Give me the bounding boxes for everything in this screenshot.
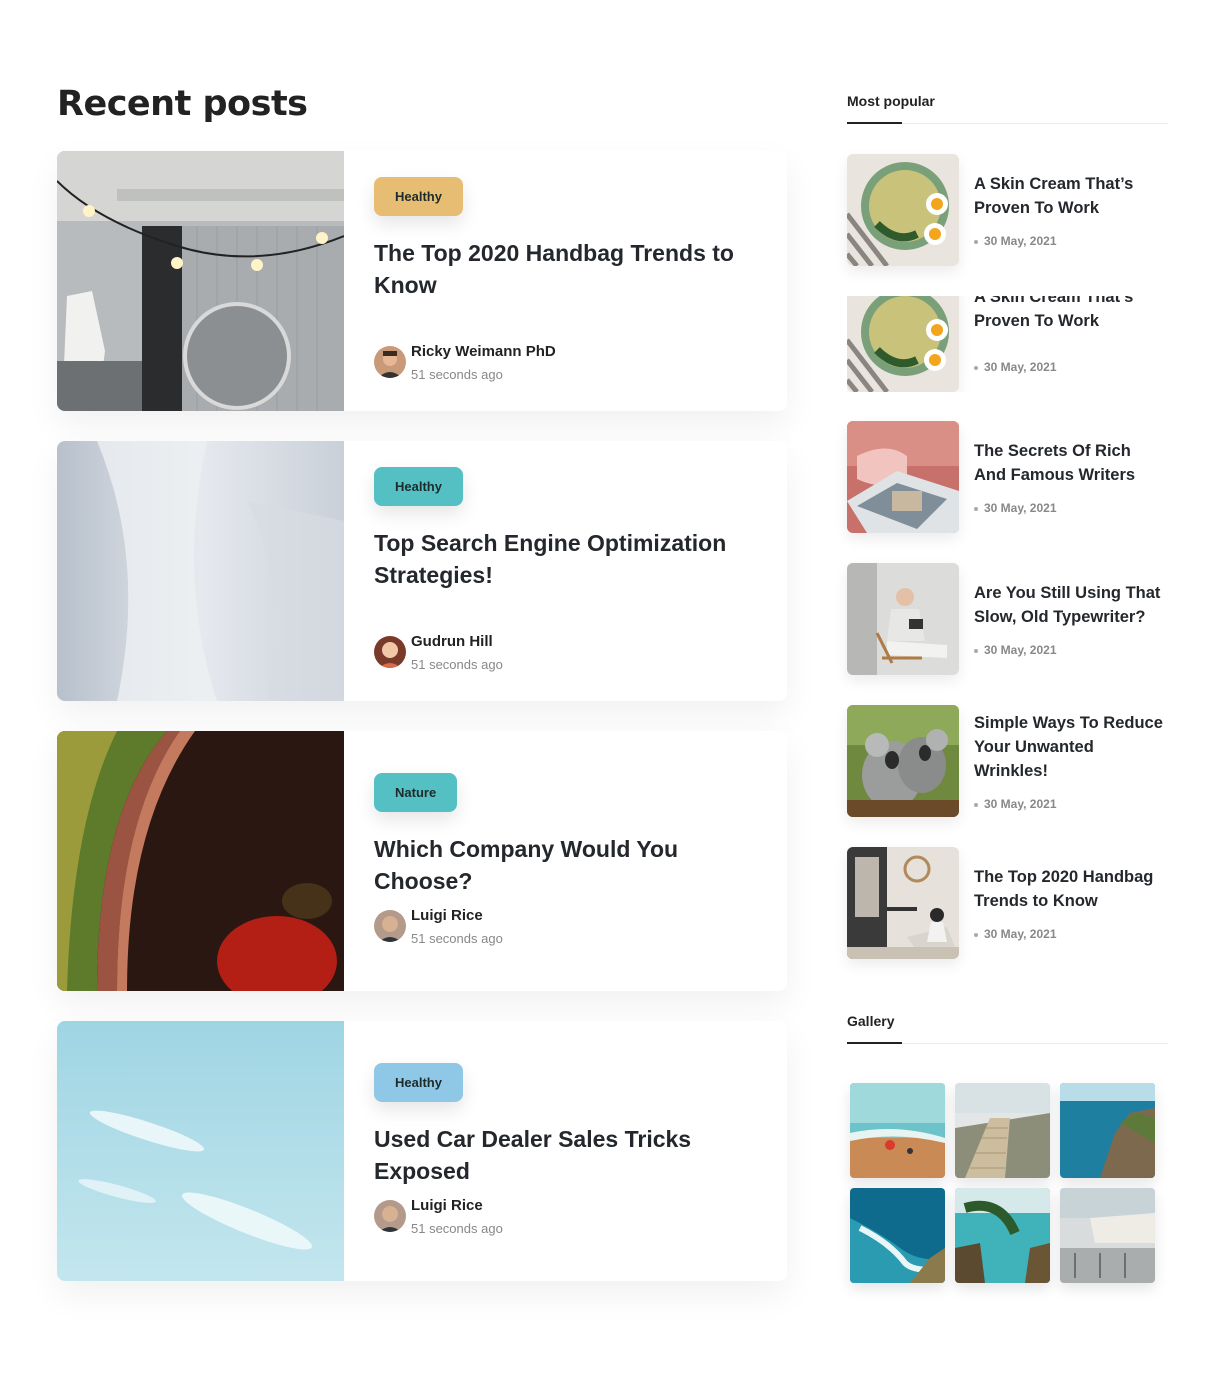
post-image-interior[interactable] bbox=[57, 151, 344, 411]
avatar[interactable] bbox=[374, 346, 406, 378]
popular-post-image[interactable] bbox=[847, 296, 959, 392]
most-popular-header: Most popular bbox=[847, 88, 1168, 124]
avatar[interactable] bbox=[374, 1200, 406, 1232]
widget-title: Most popular bbox=[847, 93, 935, 109]
title-underline bbox=[847, 1042, 902, 1044]
avatar[interactable] bbox=[374, 910, 406, 942]
gallery-image-waves[interactable] bbox=[850, 1188, 945, 1283]
popular-post-date: 30 May, 2021 bbox=[974, 797, 1057, 811]
gallery-image-boardwalk[interactable] bbox=[955, 1083, 1050, 1178]
category-tag[interactable]: Nature bbox=[374, 773, 458, 812]
popular-post[interactable]: The Secrets Of Rich And Famous Writers 3… bbox=[847, 421, 1168, 533]
gallery-image-cove[interactable] bbox=[955, 1188, 1050, 1283]
gallery-image-beach[interactable] bbox=[850, 1083, 945, 1178]
popular-post-date: 30 May, 2021 bbox=[974, 643, 1057, 657]
post-body: Healthy Used Car Dealer Sales Tricks Exp… bbox=[374, 1021, 767, 1281]
post-body: Healthy Top Search Engine Optimization S… bbox=[374, 441, 767, 701]
category-tag[interactable]: Healthy bbox=[374, 177, 463, 216]
post-card[interactable]: Healthy Used Car Dealer Sales Tricks Exp… bbox=[57, 1021, 787, 1281]
bullet-icon bbox=[974, 506, 978, 511]
author-name[interactable]: Luigi Rice bbox=[411, 907, 483, 924]
post-title[interactable]: Top Search Engine Optimization Strategie… bbox=[374, 527, 774, 591]
popular-post[interactable]: A Skin Cream That’s Proven To Work 30 Ma… bbox=[847, 296, 1168, 392]
author-name[interactable]: Ricky Weimann PhD bbox=[411, 343, 556, 360]
post-image-sky[interactable] bbox=[57, 1021, 344, 1281]
popular-post-date: 30 May, 2021 bbox=[974, 927, 1057, 941]
gallery-image-coast[interactable] bbox=[1060, 1083, 1155, 1178]
category-tag[interactable]: Healthy bbox=[374, 467, 463, 506]
popular-post-title[interactable]: The Top 2020 Handbag Trends to Know bbox=[974, 865, 1164, 913]
bullet-icon bbox=[974, 239, 978, 244]
author-name[interactable]: Luigi Rice bbox=[411, 1197, 483, 1214]
bullet-icon bbox=[974, 932, 978, 937]
popular-post-image[interactable] bbox=[847, 705, 959, 817]
post-title[interactable]: Used Car Dealer Sales Tricks Exposed bbox=[374, 1123, 774, 1187]
popular-post-image[interactable] bbox=[847, 847, 959, 959]
popular-post[interactable]: The Top 2020 Handbag Trends to Know 30 M… bbox=[847, 847, 1168, 959]
author-name[interactable]: Gudrun Hill bbox=[411, 633, 493, 650]
popular-post[interactable]: Simple Ways To Reduce Your Unwanted Wrin… bbox=[847, 705, 1168, 817]
post-card[interactable]: Nature Which Company Would You Choose? L… bbox=[57, 731, 787, 991]
popular-post-image[interactable] bbox=[847, 154, 959, 266]
popular-post-date: 30 May, 2021 bbox=[974, 360, 1057, 374]
recent-posts-section: Recent posts Healthy The Top 2020 Handba… bbox=[57, 78, 787, 1311]
category-tag[interactable]: Healthy bbox=[374, 1063, 463, 1102]
gallery-image-terrace[interactable] bbox=[1060, 1188, 1155, 1283]
popular-post-title[interactable]: A Skin Cream That’s Proven To Work bbox=[974, 296, 1164, 333]
bullet-icon bbox=[974, 365, 978, 370]
popular-post[interactable]: A Skin Cream That’s Proven To Work 30 Ma… bbox=[847, 154, 1168, 266]
sidebar: Most popular A Skin Cream That’s Proven … bbox=[847, 88, 1168, 1283]
popular-post[interactable]: Are You Still Using That Slow, Old Typew… bbox=[847, 563, 1168, 675]
post-body: Nature Which Company Would You Choose? L… bbox=[374, 731, 767, 991]
section-title: Recent posts bbox=[57, 84, 308, 124]
bullet-icon bbox=[974, 648, 978, 653]
title-underline bbox=[847, 122, 902, 124]
popular-post-title[interactable]: The Secrets Of Rich And Famous Writers bbox=[974, 439, 1164, 487]
post-image-fabric[interactable] bbox=[57, 441, 344, 701]
post-time: 51 seconds ago bbox=[411, 367, 503, 382]
post-time: 51 seconds ago bbox=[411, 931, 503, 946]
post-image-bowl[interactable] bbox=[57, 731, 344, 991]
gallery-header: Gallery bbox=[847, 1008, 1168, 1044]
popular-post-date: 30 May, 2021 bbox=[974, 501, 1057, 515]
post-body: Healthy The Top 2020 Handbag Trends to K… bbox=[374, 151, 767, 411]
post-card[interactable]: Healthy Top Search Engine Optimization S… bbox=[57, 441, 787, 701]
popular-post-title[interactable]: Are You Still Using That Slow, Old Typew… bbox=[974, 581, 1164, 629]
popular-post-date: 30 May, 2021 bbox=[974, 234, 1057, 248]
popular-post-title[interactable]: Simple Ways To Reduce Your Unwanted Wrin… bbox=[974, 711, 1164, 783]
popular-post-image[interactable] bbox=[847, 563, 959, 675]
post-title[interactable]: Which Company Would You Choose? bbox=[374, 833, 774, 897]
post-time: 51 seconds ago bbox=[411, 657, 503, 672]
bullet-icon bbox=[974, 802, 978, 807]
post-title[interactable]: The Top 2020 Handbag Trends to Know bbox=[374, 237, 774, 301]
post-time: 51 seconds ago bbox=[411, 1221, 503, 1236]
avatar[interactable] bbox=[374, 636, 406, 668]
popular-post-title[interactable]: A Skin Cream That’s Proven To Work bbox=[974, 172, 1164, 220]
post-card[interactable]: Healthy The Top 2020 Handbag Trends to K… bbox=[57, 151, 787, 411]
popular-post-image[interactable] bbox=[847, 421, 959, 533]
widget-title: Gallery bbox=[847, 1013, 895, 1029]
